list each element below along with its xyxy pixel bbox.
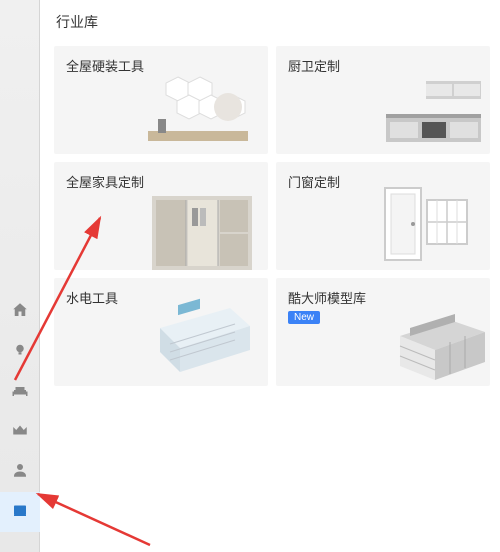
card-thumbnail (322, 183, 472, 264)
sidebar-item-sofa[interactable] (0, 372, 40, 412)
panel-title: 行业库 (54, 12, 490, 32)
card-title: 酷大师模型库 (288, 288, 478, 307)
new-badge: New (288, 311, 320, 324)
card-title: 全屋家具定制 (66, 172, 256, 191)
library-panel: 行业库 全屋硬装工具 厨 (40, 0, 500, 552)
house-icon (11, 301, 29, 324)
card-thumbnail (112, 189, 262, 270)
sidebar-item-user[interactable] (0, 452, 40, 492)
card-thumbnail (340, 305, 490, 386)
card-furniture-custom[interactable]: 全屋家具定制 (54, 162, 268, 270)
card-title: 门窗定制 (288, 172, 478, 191)
sidebar-item-bulb[interactable] (0, 332, 40, 372)
card-electric-tools[interactable]: 水电工具 (54, 278, 268, 386)
card-title: 全屋硬装工具 (66, 56, 256, 75)
card-grid: 全屋硬装工具 厨卫定制 (54, 46, 490, 386)
card-model-library[interactable]: 酷大师模型库 New (276, 278, 490, 386)
card-hardscape-tools[interactable]: 全屋硬装工具 (54, 46, 268, 154)
sofa-icon (11, 381, 29, 404)
card-title: 厨卫定制 (288, 56, 478, 75)
bulb-icon (11, 341, 29, 364)
card-thumbnail (110, 299, 260, 380)
sidebar (0, 0, 40, 552)
sidebar-item-library[interactable] (0, 492, 40, 532)
sidebar-item-house[interactable] (0, 292, 40, 332)
crown-icon (11, 421, 29, 444)
card-kitchen-bath[interactable]: 厨卫定制 (276, 46, 490, 154)
user-icon (11, 461, 29, 484)
card-title: 水电工具 (66, 288, 256, 307)
sidebar-item-crown[interactable] (0, 412, 40, 452)
card-thumbnail (336, 65, 486, 146)
card-thumbnail (108, 63, 258, 144)
card-door-window[interactable]: 门窗定制 (276, 162, 490, 270)
library-icon (11, 501, 29, 524)
